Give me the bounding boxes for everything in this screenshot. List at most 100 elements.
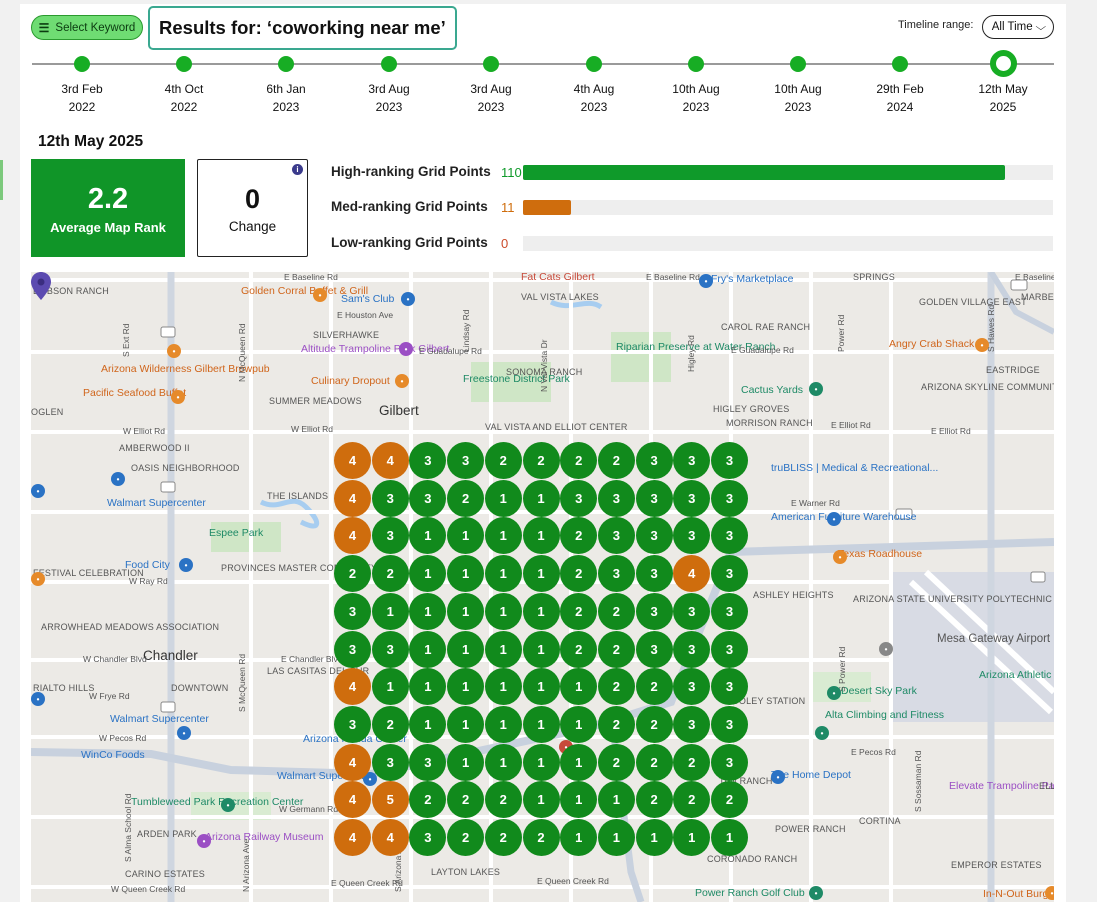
grid-point[interactable]: 2 xyxy=(560,592,598,630)
grid-point[interactable]: 1 xyxy=(484,743,522,781)
map-label[interactable]: Arizona Railway Museum xyxy=(205,832,323,843)
grid-point[interactable]: 1 xyxy=(522,705,560,743)
grid-point[interactable]: 2 xyxy=(635,743,673,781)
grid-point[interactable]: 1 xyxy=(522,555,560,593)
grid-point[interactable]: 2 xyxy=(560,555,598,593)
grid-point[interactable]: 2 xyxy=(597,705,635,743)
map-label[interactable]: Power Ranch Golf Club xyxy=(695,888,805,899)
timeline-node[interactable] xyxy=(892,56,908,72)
grid-point[interactable]: 1 xyxy=(711,819,748,856)
grid-point[interactable]: 3 xyxy=(673,705,711,743)
grid-point[interactable]: 2 xyxy=(597,442,635,479)
grid-point[interactable]: 3 xyxy=(711,555,748,593)
grid-point[interactable]: 2 xyxy=(635,781,673,819)
map-label[interactable]: American Furniture Warehouse xyxy=(771,512,917,523)
shopping-icon[interactable]: • xyxy=(177,726,191,740)
grid-point[interactable]: 3 xyxy=(711,743,748,781)
grid-point[interactable]: 4 xyxy=(371,442,409,479)
map[interactable]: DOBSON RANCH E Baseline Rd E Baseline Rd E … xyxy=(31,272,1054,902)
shopping-icon[interactable]: • xyxy=(401,292,415,306)
grid-point[interactable]: 1 xyxy=(522,592,560,630)
grid-point[interactable]: 1 xyxy=(522,479,560,517)
grid-point[interactable]: 2 xyxy=(484,442,522,479)
grid-point[interactable]: 5 xyxy=(371,781,409,819)
grid-point[interactable]: 3 xyxy=(635,630,673,668)
grid-point[interactable]: 1 xyxy=(409,705,447,743)
restaurant-icon[interactable]: • xyxy=(167,344,181,358)
grid-point[interactable]: 1 xyxy=(484,668,522,706)
grid-point[interactable]: 1 xyxy=(522,781,560,819)
grid-point[interactable]: 1 xyxy=(484,705,522,743)
park-icon[interactable]: • xyxy=(221,798,235,812)
timeline-node[interactable] xyxy=(989,50,1017,77)
timeline-date[interactable]: 29th Feb 2024 xyxy=(855,80,945,116)
grid-point[interactable]: 3 xyxy=(635,555,673,593)
grid-point[interactable]: 3 xyxy=(409,743,447,781)
grid-point[interactable]: 4 xyxy=(334,743,371,781)
grid-point[interactable]: 1 xyxy=(635,819,673,856)
grid-point[interactable]: 2 xyxy=(597,592,635,630)
grid-point[interactable]: 2 xyxy=(371,705,409,743)
restaurant-icon[interactable]: • xyxy=(1045,886,1054,900)
map-label[interactable]: Angry Crab Shack xyxy=(889,339,974,350)
grid-point[interactable]: 1 xyxy=(560,743,598,781)
map-label[interactable]: Walmart Supercenter xyxy=(107,498,206,509)
grid-point[interactable]: 2 xyxy=(522,442,560,479)
restaurant-icon[interactable]: • xyxy=(975,338,989,352)
restaurant-icon[interactable]: • xyxy=(313,288,327,302)
map-label[interactable]: Espee Park xyxy=(209,528,263,539)
restaurant-icon[interactable]: • xyxy=(395,374,409,388)
grid-point[interactable]: 2 xyxy=(447,479,485,517)
grid-point[interactable]: 1 xyxy=(522,630,560,668)
grid-point[interactable]: 3 xyxy=(673,479,711,517)
grid-point[interactable]: 3 xyxy=(334,705,371,743)
timeline-node[interactable] xyxy=(381,56,397,72)
grid-point[interactable]: 1 xyxy=(484,479,522,517)
map-label[interactable]: Fat Cats Gilbert xyxy=(521,272,595,283)
timeline-node[interactable] xyxy=(688,56,704,72)
map-label[interactable]: Freestone District Park xyxy=(463,374,570,385)
timeline-date[interactable]: 3rd Feb 2022 xyxy=(37,80,127,116)
grid-point[interactable]: 2 xyxy=(522,819,560,856)
timeline-node[interactable] xyxy=(176,56,192,72)
timeline-node[interactable] xyxy=(74,56,90,72)
info-icon[interactable]: i xyxy=(292,164,303,175)
grid-point[interactable]: 3 xyxy=(334,630,371,668)
timeline-date[interactable]: 10th Aug 2023 xyxy=(651,80,741,116)
attraction-icon[interactable]: • xyxy=(399,342,413,356)
grid-point[interactable]: 3 xyxy=(635,479,673,517)
timeline-node[interactable] xyxy=(586,56,602,72)
grid-point[interactable]: 4 xyxy=(334,668,371,706)
grid-point[interactable]: 1 xyxy=(597,781,635,819)
timeline-date[interactable]: 3rd Aug 2023 xyxy=(446,80,536,116)
map-label[interactable]: Texas Roadhouse xyxy=(838,549,922,560)
grid-point[interactable]: 3 xyxy=(371,479,409,517)
grid-point[interactable]: 3 xyxy=(371,743,409,781)
map-label[interactable]: In-N-Out Burger xyxy=(983,889,1054,900)
timeline-date[interactable]: 10th Aug 2023 xyxy=(753,80,843,116)
grid-point[interactable]: 2 xyxy=(597,743,635,781)
grid-point[interactable]: 4 xyxy=(334,479,371,517)
grid-point[interactable]: 1 xyxy=(522,668,560,706)
grid-point[interactable]: 3 xyxy=(447,442,485,479)
grid-point[interactable]: 1 xyxy=(447,555,485,593)
shopping-icon[interactable]: • xyxy=(771,770,785,784)
grid-point[interactable]: 3 xyxy=(711,668,748,706)
shopping-icon[interactable]: • xyxy=(31,484,45,498)
golf-icon[interactable]: • xyxy=(809,886,823,900)
timeline-date[interactable]: 6th Jan 2023 xyxy=(241,80,331,116)
grid-point[interactable]: 1 xyxy=(371,592,409,630)
grid-point[interactable]: 1 xyxy=(560,819,598,856)
map-label[interactable]: Cactus Yards xyxy=(741,385,803,396)
grid-point[interactable]: 2 xyxy=(484,781,522,819)
grid-point[interactable]: 3 xyxy=(673,630,711,668)
select-keyword-button[interactable]: ☰ Select Keyword xyxy=(31,15,143,40)
grid-point[interactable]: 3 xyxy=(597,555,635,593)
restaurant-icon[interactable]: • xyxy=(833,550,847,564)
grid-point[interactable]: 1 xyxy=(447,743,485,781)
shopping-icon[interactable]: • xyxy=(827,512,841,526)
grid-point[interactable]: 3 xyxy=(635,592,673,630)
grid-point[interactable]: 1 xyxy=(371,668,409,706)
grid-point[interactable]: 3 xyxy=(371,517,409,555)
grid-point[interactable]: 3 xyxy=(711,630,748,668)
